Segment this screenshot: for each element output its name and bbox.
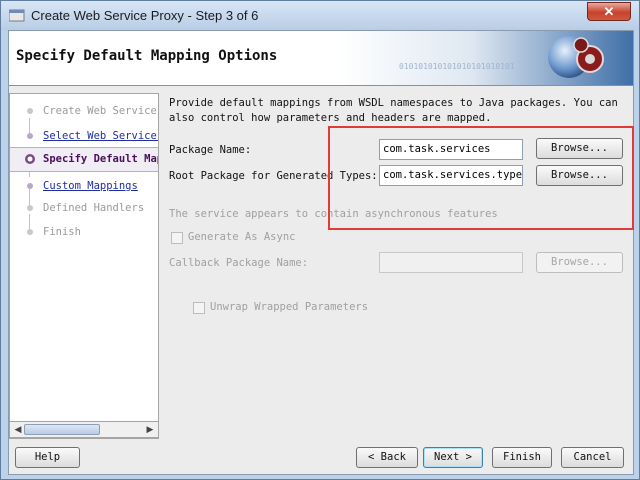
cancel-button[interactable]: Cancel [561,447,624,468]
wizard-header: Specify Default Mapping Options 01010101… [9,31,633,86]
step-disabled-icon [27,108,33,114]
step-link-icon [27,133,33,139]
scroll-right-arrow-icon[interactable]: ▶ [143,423,157,436]
step-specify-default-mapping[interactable]: Specify Default Mapping Options [10,147,158,172]
callback-browse-button[interactable]: Browse... [536,252,623,273]
next-button[interactable]: Next > [423,447,483,468]
close-button[interactable]: ✕ [587,2,631,21]
dialog-body: Specify Default Mapping Options 01010101… [8,30,634,475]
app-icon [9,9,25,22]
generate-async-checkbox[interactable] [171,232,183,244]
generate-async-label: Generate As Async [188,231,296,243]
step-custom-mappings[interactable]: Custom Mappings [10,176,158,198]
unwrap-parameters-checkbox[interactable] [193,302,205,314]
package-name-label: Package Name: [169,144,252,156]
callback-package-input[interactable] [379,252,523,273]
help-button[interactable]: Help [15,447,80,468]
wizard-steps-panel: Create Web Service Proxy Select Web Serv… [9,93,159,439]
scroll-left-arrow-icon[interactable]: ◀ [11,423,25,436]
description-text: Provide default mappings from WSDL names… [169,97,618,124]
svg-text:010101010101010101010101: 010101010101010101010101 [399,62,515,71]
page-title: Specify Default Mapping Options [16,48,278,64]
wizard-window: Create Web Service Proxy - Step 3 of 6 ✕… [0,0,640,480]
header-banner-graphic: 010101010101010101010101 [339,31,633,85]
scrollbar-thumb[interactable] [24,424,100,435]
step-disabled-icon [27,229,33,235]
finish-button[interactable]: Finish [492,447,552,468]
title-bar[interactable]: Create Web Service Proxy - Step 3 of 6 ✕ [1,1,639,30]
step-select-web-service[interactable]: Select Web Service Description [10,126,158,148]
step-finish: Finish [10,222,158,244]
unwrap-parameters-label: Unwrap Wrapped Parameters [210,301,369,313]
highlight-annotation [328,126,634,230]
window-title: Create Web Service Proxy - Step 3 of 6 [31,8,259,23]
callback-package-label: Callback Package Name: [169,257,309,269]
back-button[interactable]: < Back [356,447,418,468]
steps-horizontal-scrollbar[interactable]: ◀ ▶ [9,421,159,438]
button-bar: Help < Back Next > Finish Cancel [9,441,633,475]
step-link-icon [27,183,33,189]
step-disabled-icon [27,205,33,211]
step-create-web-service: Create Web Service Proxy [10,101,158,123]
current-step-icon [25,154,35,164]
step-defined-handlers: Defined Handlers [10,198,158,220]
